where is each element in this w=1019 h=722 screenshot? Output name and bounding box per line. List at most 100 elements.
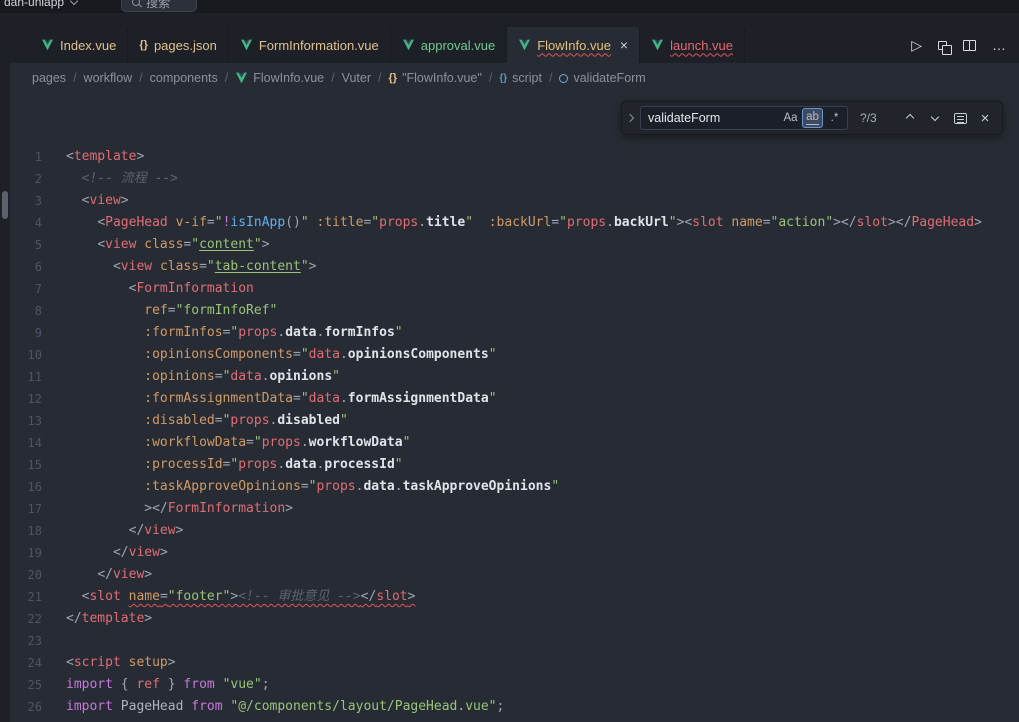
vue-icon — [41, 39, 54, 51]
breadcrumb-separator: / — [139, 71, 142, 85]
split-editor-button[interactable] — [963, 40, 976, 51]
code-line[interactable]: 24<script setup> — [10, 652, 1019, 674]
code-line[interactable]: 18 </view> — [10, 520, 1019, 542]
line-number: 1 — [10, 146, 66, 168]
code-line[interactable]: 25import { ref } from "vue"; — [10, 674, 1019, 696]
vue-icon — [518, 39, 531, 51]
code-line[interactable]: 20 </view> — [10, 564, 1019, 586]
code-line[interactable]: 26import PageHead from "@/components/lay… — [10, 696, 1019, 718]
breadcrumb-item-script[interactable]: {}script — [499, 71, 542, 85]
code-line[interactable]: 10 :opinionsComponents="data.opinionsCom… — [10, 344, 1019, 366]
code-line[interactable]: 1<template> — [10, 146, 1019, 168]
json-braces-icon: {} — [139, 39, 148, 51]
code-line[interactable]: 19 </view> — [10, 542, 1019, 564]
breadcrumb-item-components[interactable]: components — [150, 71, 218, 85]
breadcrumb-label: FlowInfo.vue — [253, 71, 324, 85]
tab-Index.vue[interactable]: Index.vue — [30, 27, 128, 63]
line-number: 18 — [10, 520, 66, 542]
breadcrumb-separator: / — [378, 71, 381, 85]
line-number: 12 — [10, 388, 66, 410]
code-line[interactable]: 12 :formAssignmentData="data.formAssignm… — [10, 388, 1019, 410]
open-changes-button[interactable] — [938, 41, 947, 50]
activity-bar-indicator — [2, 191, 8, 219]
code-line[interactable]: 13 :disabled="props.disabled" — [10, 410, 1019, 432]
breadcrumb-item-validateForm[interactable]: validateForm — [559, 71, 645, 85]
project-name[interactable]: dan-uniapp — [4, 0, 64, 9]
tab-FormInformation.vue[interactable]: FormInformation.vue — [229, 27, 391, 63]
line-content: :formInfos="props.data.formInfos" — [66, 322, 403, 344]
toggle-replace-button[interactable] — [622, 102, 638, 134]
vue-icon — [240, 39, 253, 51]
line-content: ref="formInfoRef" — [66, 300, 277, 322]
previous-match-button[interactable] — [899, 107, 921, 129]
breadcrumb-separator: / — [73, 71, 76, 85]
whole-word-toggle[interactable]: ab — [802, 108, 823, 128]
line-content: <template> — [66, 146, 144, 168]
close-icon: × — [981, 111, 990, 126]
breadcrumb-separator: / — [331, 71, 334, 85]
code-line[interactable]: 14 :workflowData="props.workflowData" — [10, 432, 1019, 454]
line-content: <PageHead v-if="!isInApp()" :title="prop… — [66, 212, 982, 234]
code-line[interactable]: 8 ref="formInfoRef" — [10, 300, 1019, 322]
code-line[interactable]: 16 :taskApproveOpinions="props.data.task… — [10, 476, 1019, 498]
find-in-selection-icon — [954, 113, 967, 124]
breadcrumb-item-workflow[interactable]: workflow — [84, 71, 133, 85]
code-line[interactable]: 7 <FormInformation — [10, 278, 1019, 300]
find-in-selection-button[interactable] — [949, 107, 971, 129]
line-content: ></FormInformation> — [66, 498, 293, 520]
code-line[interactable]: 2 <!-- 流程 --> — [10, 168, 1019, 190]
breadcrumb-separator: / — [489, 71, 492, 85]
code-line[interactable]: 22</template> — [10, 608, 1019, 630]
tab-approval.vue[interactable]: approval.vue — [391, 27, 507, 63]
code-line[interactable]: 9 :formInfos="props.data.formInfos" — [10, 322, 1019, 344]
tab-label: FormInformation.vue — [259, 38, 379, 53]
symbol-module-icon: {} — [499, 73, 507, 84]
line-content: :processId="props.data.processId" — [66, 454, 403, 476]
line-number: 3 — [10, 190, 66, 212]
line-content: <FormInformation — [66, 278, 254, 300]
close-tab-button[interactable]: × — [620, 38, 628, 52]
vue-icon — [651, 39, 664, 51]
breadcrumb: pages / workflow / components / FlowInfo.vue / V… — [10, 63, 1019, 93]
tab-FlowInfo.vue[interactable]: FlowInfo.vue × — [507, 27, 640, 63]
search-label: 搜索 — [146, 0, 170, 11]
code-line[interactable]: 15 :processId="props.data.processId" — [10, 454, 1019, 476]
more-actions-button[interactable]: … — [992, 37, 1007, 53]
breadcrumb-item-FlowInfo.vue[interactable]: {}"FlowInfo.vue" — [389, 71, 482, 85]
symbol-method-icon — [559, 74, 568, 83]
breadcrumb-label: workflow — [84, 71, 133, 85]
breadcrumb-separator: / — [225, 71, 228, 85]
code-line[interactable]: 4 <PageHead v-if="!isInApp()" :title="pr… — [10, 212, 1019, 234]
editor[interactable]: Aaab.* ?/3 × 1<template>2 <!-- 流程 -->3 <… — [10, 93, 1019, 722]
tab-launch.vue[interactable]: launch.vue — [640, 27, 745, 63]
code-line[interactable]: 23 — [10, 630, 1019, 652]
line-content: :opinionsComponents="data.opinionsCompon… — [66, 344, 497, 366]
code-line[interactable]: 6 <view class="tab-content"> — [10, 256, 1019, 278]
breadcrumb-label: pages — [32, 71, 66, 85]
code-line[interactable]: 3 <view> — [10, 190, 1019, 212]
line-content: :disabled="props.disabled" — [66, 410, 348, 432]
close-find-button[interactable]: × — [974, 107, 996, 129]
line-content: :taskApproveOpinions="props.data.taskApp… — [66, 476, 559, 498]
chevron-down-icon — [70, 0, 78, 5]
code-line[interactable]: 21 <slot name="footer"><!-- 审批意见 --></sl… — [10, 586, 1019, 608]
line-number: 11 — [10, 366, 66, 388]
breadcrumb-item-Vuter[interactable]: Vuter — [342, 71, 371, 85]
code-line[interactable]: 5 <view class="content"> — [10, 234, 1019, 256]
command-center-search[interactable]: 搜索 — [121, 0, 197, 12]
json-braces-icon: {} — [389, 72, 398, 84]
next-match-button[interactable] — [924, 107, 946, 129]
breadcrumb-separator: / — [549, 71, 552, 85]
tab-label: FlowInfo.vue — [537, 38, 611, 53]
regex-toggle[interactable]: .* — [824, 108, 845, 128]
line-number: 26 — [10, 696, 66, 718]
tab-pages.json[interactable]: {}pages.json — [128, 27, 228, 63]
code-line[interactable]: 11 :opinions="data.opinions" — [10, 366, 1019, 388]
match-case-toggle[interactable]: Aa — [780, 108, 801, 128]
code-line[interactable]: 17 ></FormInformation> — [10, 498, 1019, 520]
find-input[interactable] — [648, 111, 779, 125]
run-file-button[interactable]: ▷ — [911, 37, 922, 54]
breadcrumb-item-pages[interactable]: pages — [32, 71, 66, 85]
line-content: <slot name="footer"><!-- 审批意见 --></slot> — [66, 586, 415, 608]
breadcrumb-item-FlowInfo.vue[interactable]: FlowInfo.vue — [235, 71, 324, 85]
